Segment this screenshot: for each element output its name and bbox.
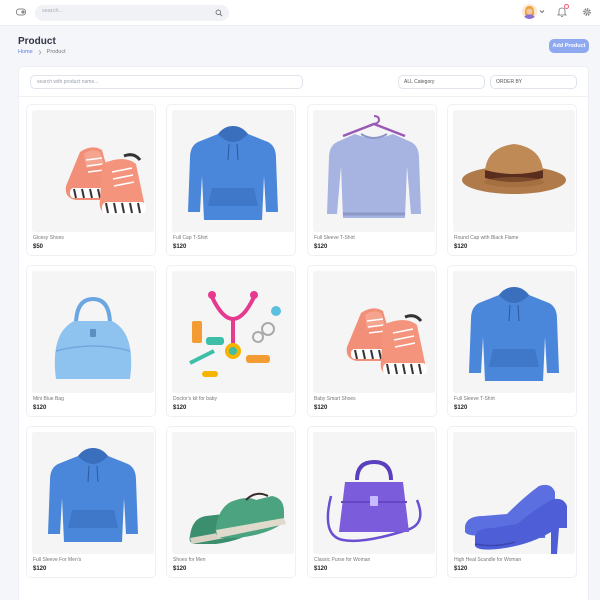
product-image[interactable] (453, 271, 575, 393)
product-card[interactable]: Shoes for Men $120 (166, 426, 296, 578)
product-price: $120 (454, 244, 468, 250)
global-search-input[interactable]: search... (35, 5, 229, 21)
product-image[interactable] (32, 110, 154, 232)
breadcrumb: Home Product (18, 49, 66, 55)
breadcrumb-home-link[interactable]: Home (18, 49, 33, 55)
sweater-on-hanger-illustration (313, 110, 435, 232)
product-image[interactable] (313, 110, 435, 232)
notification-badge (564, 4, 569, 9)
product-image[interactable] (313, 432, 435, 554)
product-name[interactable]: High Heal Scandle for Woman (454, 557, 521, 563)
baby-shoes-illustration (32, 110, 154, 232)
sidebar-toggle-icon[interactable] (16, 8, 26, 16)
search-placeholder: search... (42, 8, 64, 14)
baby-shoes-illustration (313, 271, 435, 393)
blue-hoodie-illustration (172, 110, 294, 232)
category-select[interactable]: ALL Category (398, 75, 485, 89)
purple-purse-illustration (313, 432, 435, 554)
product-price: $120 (173, 405, 187, 411)
blue-hoodie-illustration (32, 432, 154, 554)
chevron-down-icon[interactable] (539, 9, 545, 14)
product-name[interactable]: Glossy Shoes (33, 235, 64, 241)
product-card[interactable]: Baby Smart Shoes $120 (307, 265, 437, 417)
divider (19, 96, 588, 97)
product-card[interactable]: Full Sleeve T-Shirt $120 (307, 104, 437, 256)
green-shoes-illustration (172, 432, 294, 554)
product-price: $120 (314, 244, 328, 250)
product-card[interactable]: Full Sleeve T-Shirt $120 (447, 265, 577, 417)
toy-doctor-kit-illustration (172, 271, 294, 393)
product-image[interactable] (172, 271, 294, 393)
brown-hat-illustration (453, 110, 575, 232)
product-image[interactable] (32, 271, 154, 393)
product-image[interactable] (453, 432, 575, 554)
order-by-select-value: ORDER BY (496, 79, 523, 85)
add-product-button[interactable]: Add Product (549, 39, 589, 53)
product-price: $120 (173, 566, 187, 572)
product-price: $120 (454, 566, 468, 572)
product-name[interactable]: Round Cap with Black Flame (454, 235, 518, 241)
product-name[interactable]: Doctor's kit for baby (173, 396, 217, 402)
product-card[interactable]: Mini Blue Bag $120 (26, 265, 156, 417)
page-title: Product (18, 36, 56, 47)
product-name[interactable]: Full Cap T-Shirt (173, 235, 208, 241)
product-image[interactable] (453, 110, 575, 232)
product-price: $120 (33, 405, 47, 411)
product-card[interactable]: Full Sleeve For Men's $120 (26, 426, 156, 578)
product-search-input[interactable]: search with product name... (30, 75, 303, 89)
product-image[interactable] (313, 271, 435, 393)
product-card[interactable]: Glossy Shoes $50 (26, 104, 156, 256)
product-name[interactable]: Full Sleeve T-Shirt (314, 235, 355, 241)
product-name[interactable]: Baby Smart Shoes (314, 396, 356, 402)
product-card[interactable]: Full Cap T-Shirt $120 (166, 104, 296, 256)
product-name[interactable]: Full Sleeve For Men's (33, 557, 81, 563)
chevron-right-icon (38, 49, 42, 55)
avatar[interactable] (522, 4, 537, 19)
category-select-value: ALL Category (404, 79, 435, 85)
product-image[interactable] (32, 432, 154, 554)
product-card[interactable]: High Heal Scandle for Woman $120 (447, 426, 577, 578)
breadcrumb-current: Product (46, 49, 66, 55)
product-card[interactable]: Classic Purse for Woman $120 (307, 426, 437, 578)
gear-icon[interactable] (582, 7, 592, 17)
product-name[interactable]: Full Sleeve T-Shirt (454, 396, 495, 402)
product-name[interactable]: Classic Purse for Woman (314, 557, 370, 563)
blue-hoodie-illustration (453, 271, 575, 393)
product-search-placeholder: search with product name... (37, 79, 99, 85)
product-card[interactable]: Doctor's kit for baby $120 (166, 265, 296, 417)
product-name[interactable]: Mini Blue Bag (33, 396, 64, 402)
product-price: $120 (173, 244, 187, 250)
product-image[interactable] (172, 432, 294, 554)
product-price: $50 (33, 244, 44, 250)
product-card[interactable]: Round Cap with Black Flame $120 (447, 104, 577, 256)
product-price: $120 (314, 566, 328, 572)
blue-heels-illustration (453, 432, 575, 554)
product-price: $120 (33, 566, 47, 572)
order-by-select[interactable]: ORDER BY (490, 75, 577, 89)
product-price: $120 (454, 405, 468, 411)
search-icon[interactable] (215, 9, 223, 17)
product-price: $120 (314, 405, 328, 411)
product-name[interactable]: Shoes for Men (173, 557, 206, 563)
product-image[interactable] (172, 110, 294, 232)
blue-handbag-illustration (32, 271, 154, 393)
top-bar: search... (0, 0, 600, 26)
